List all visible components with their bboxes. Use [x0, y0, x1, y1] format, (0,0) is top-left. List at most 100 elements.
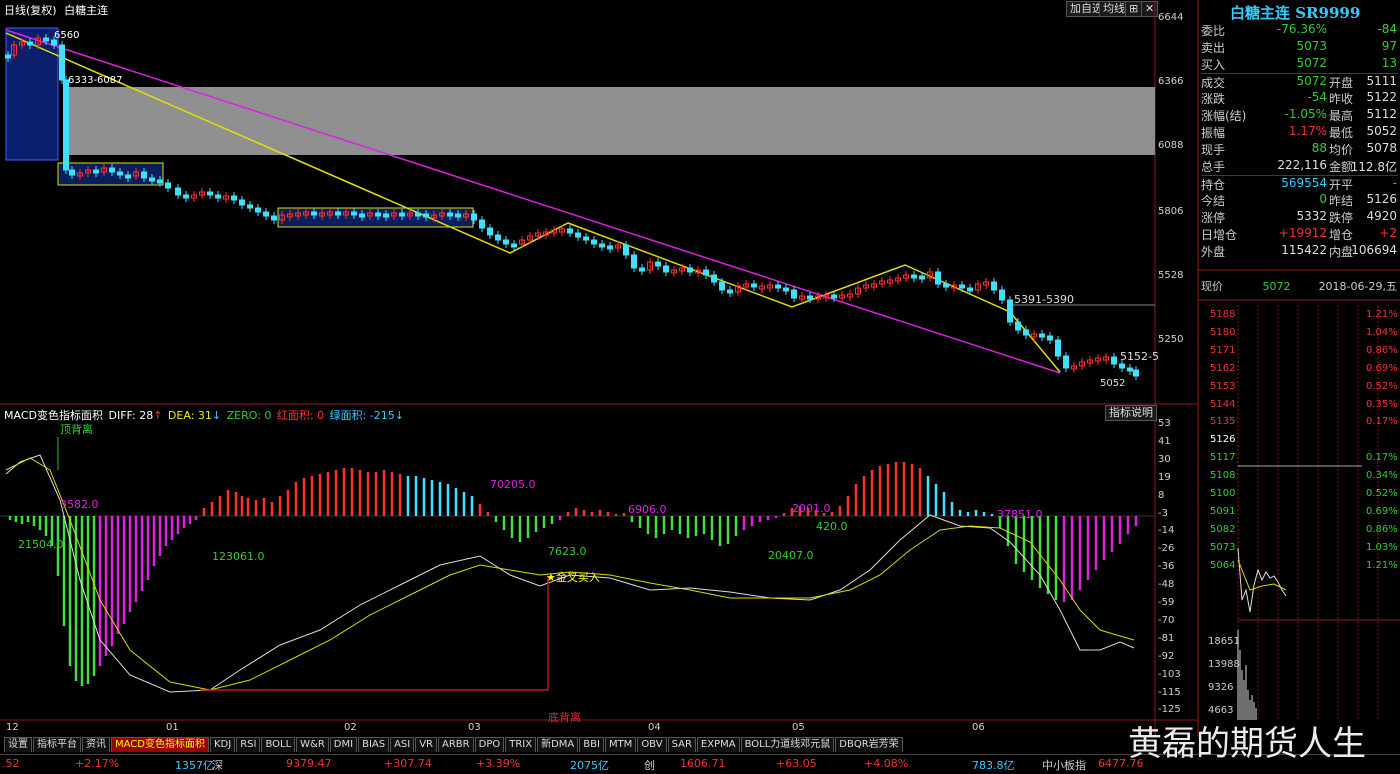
price-axis-tick: 5250	[1158, 334, 1184, 345]
kline-chart[interactable]	[0, 0, 1400, 774]
candle-body	[255, 207, 261, 213]
quote-title: 白糖主连 SR9999	[1230, 4, 1361, 22]
intraday-price-tick: 5188	[1210, 309, 1236, 320]
tab-设置[interactable]: 设置	[4, 737, 32, 752]
gap-price-label: 6333-6087	[68, 75, 123, 86]
candle-body	[1119, 363, 1125, 369]
intraday-pct-tick: 0.52%	[1366, 380, 1398, 392]
golden-cross-label: ★金叉买入	[546, 571, 600, 584]
intraday-volume-tick: 9326	[1208, 682, 1234, 693]
tab-MTM[interactable]: MTM	[604, 737, 637, 752]
tab-KDJ[interactable]: KDJ	[209, 737, 236, 752]
quote-row: 委比 -76.36% -84	[1201, 22, 1398, 39]
candle-body	[351, 211, 357, 216]
quote-value: 5072	[1296, 56, 1327, 70]
divergence-line	[200, 577, 549, 691]
intraday-pct-tick: 0.86%	[1366, 523, 1398, 535]
trend-line-magenta	[5, 29, 1061, 374]
tab-BIAS[interactable]: BIAS	[358, 737, 390, 752]
intraday-price-tick: 5064	[1210, 559, 1236, 571]
tab-指标平台[interactable]: 指标平台	[33, 737, 81, 752]
quote-value: 0	[1319, 192, 1327, 206]
tab-DBQR岩芳荣[interactable]: DBQR岩芳荣	[835, 737, 903, 752]
candle-body	[487, 227, 493, 236]
candle-body	[247, 204, 253, 209]
intraday-pct-tick: 0.17%	[1366, 416, 1398, 428]
quote-row: 涨跌 -54 昨收 5122	[1201, 90, 1398, 107]
star-icon: ★	[546, 571, 556, 584]
macd-axis-tick: 41	[1158, 435, 1171, 447]
tab-OBV[interactable]: OBV	[637, 737, 667, 752]
candle-body	[207, 191, 213, 196]
month-tick: 12	[6, 722, 19, 733]
tab-BBI[interactable]: BBI	[579, 737, 604, 752]
candle-body	[751, 283, 757, 288]
tab-DMI[interactable]: DMI	[329, 737, 358, 752]
indicator-explain-button[interactable]: 指标说明	[1105, 405, 1157, 421]
tab-RSI[interactable]: RSI	[236, 737, 261, 752]
candle-body	[1127, 367, 1133, 372]
candle-body	[271, 215, 277, 221]
gap-zone	[66, 87, 1155, 155]
tab-SAR[interactable]: SAR	[667, 737, 696, 752]
month-tick: 03	[468, 722, 481, 733]
candle-body	[1133, 369, 1139, 377]
quote-value: 569554	[1281, 176, 1327, 190]
quote-row: 总手 222,116 金额 112.8亿	[1201, 158, 1398, 175]
macd-diff: DIFF: 28	[108, 409, 154, 422]
candle-body	[967, 287, 973, 292]
tab-ARBR[interactable]: ARBR	[438, 737, 474, 752]
quote-value: -1.05%	[1284, 107, 1327, 121]
quote-key: 最高	[1329, 109, 1354, 123]
candle-body	[117, 171, 123, 176]
quote-key: 内盘	[1329, 245, 1354, 259]
tab-ASI[interactable]: ASI	[390, 737, 415, 752]
quote-value: 5073	[1296, 39, 1327, 53]
candle-body	[911, 274, 917, 279]
intraday-volume-tick: 4663	[1208, 705, 1234, 716]
tab-BOLL力道线邓元鼠[interactable]: BOLL力道线邓元鼠	[740, 737, 835, 752]
tab-VR[interactable]: VR	[415, 737, 438, 752]
candle-body	[599, 243, 605, 248]
macd-axis-tick: -14	[1158, 525, 1175, 537]
macd-area-label: 3582.0	[60, 498, 99, 511]
intraday-pct-tick: 1.21%	[1366, 309, 1398, 320]
macd-area-label: 420.0	[816, 520, 848, 533]
quote-key: 今结	[1201, 194, 1226, 208]
quote-row: 成交 5072 开盘 5111	[1201, 73, 1398, 90]
candle-body	[687, 267, 693, 273]
candle-body	[359, 213, 365, 218]
macd-axis-tick: -115	[1158, 686, 1181, 698]
candle-body	[919, 275, 925, 280]
candle-body	[63, 79, 69, 171]
macd-axis-tick: 30	[1158, 453, 1171, 465]
candle-body	[623, 244, 629, 256]
candle-body	[567, 228, 573, 234]
candle-body	[959, 284, 965, 289]
price-axis-tick: 5528	[1158, 270, 1184, 281]
quote-key: 现手	[1201, 143, 1226, 157]
candle-body	[999, 289, 1005, 301]
tab-新DMA[interactable]: 新DMA	[537, 737, 579, 752]
price-axis-tick: 6088	[1158, 140, 1184, 151]
candle-body	[141, 171, 147, 179]
tab-EXPMA[interactable]: EXPMA	[696, 737, 740, 752]
tab-资讯[interactable]: 资讯	[82, 737, 110, 752]
macd-axis-tick: 53	[1158, 418, 1171, 429]
tab-BOLL[interactable]: BOLL	[261, 737, 296, 752]
tab-TRIX[interactable]: TRIX	[505, 737, 537, 752]
tab-W&R[interactable]: W&R	[296, 737, 329, 752]
candle-body	[591, 239, 597, 245]
quote-row: 日增仓 +19912 增仓 +2	[1201, 226, 1398, 243]
candle-body	[935, 271, 941, 285]
candle-body	[575, 232, 581, 238]
tab-DPO[interactable]: DPO	[474, 737, 505, 752]
candle-body	[1047, 335, 1053, 341]
month-tick: 01	[166, 722, 179, 733]
tab-MACD变色指标面积[interactable]: MACD变色指标面积	[111, 737, 209, 752]
quote-value: -84	[1377, 22, 1397, 36]
candle-body	[631, 254, 637, 269]
bottom-divergence-label: 底背离	[548, 711, 581, 724]
candle-body	[783, 287, 789, 292]
candle-body	[991, 281, 997, 291]
